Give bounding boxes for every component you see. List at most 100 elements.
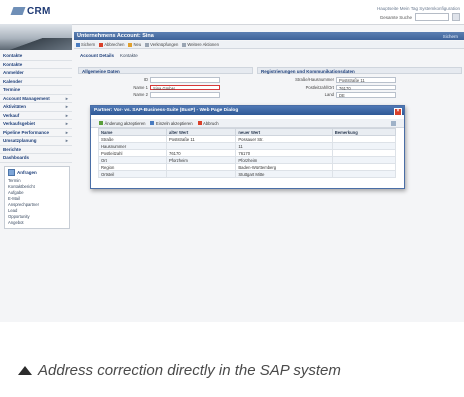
toolbar-label: Neu [133, 42, 142, 47]
search-button[interactable] [452, 13, 460, 21]
caption-text: Address correction directly in the SAP s… [38, 362, 341, 379]
field-input[interactable]: 76170 [336, 84, 396, 91]
field-input[interactable] [150, 92, 220, 98]
field-input[interactable]: DE [336, 92, 396, 98]
cancel-button[interactable]: Abbruch [197, 120, 219, 126]
top-links[interactable]: Hauptseite Mein Tag Systemkonfiguration [377, 6, 460, 11]
column-header[interactable]: neuer Wert [235, 128, 333, 136]
sidebar-item[interactable]: Aktivitäten ▸ [0, 103, 72, 112]
table-row[interactable]: Region Baden-Württemberg [98, 163, 397, 171]
sidebar-item[interactable]: Pipeline Performance ▸ [0, 129, 72, 137]
search-input[interactable] [415, 13, 449, 21]
sidebar-item[interactable]: Kontakte [0, 61, 72, 69]
tab-contacts[interactable]: Kontakte [120, 53, 138, 58]
registration-section: Registrierungen und Kommunikationsdaten [257, 67, 462, 74]
toolbar-icon [182, 42, 187, 47]
sidebar-item[interactable]: Kontakte [0, 52, 72, 61]
sidebar-item-label: Account Management [3, 95, 50, 101]
pencil-icon [150, 121, 155, 125]
sidebar-item-label: Pipeline Performance [3, 129, 50, 135]
sidebar-item[interactable]: Termine [0, 86, 72, 95]
sidebar-item[interactable]: Kalender [0, 78, 72, 86]
field-label: ID [143, 77, 148, 83]
title-save-link[interactable]: Sichern [443, 34, 458, 39]
create-panel-item[interactable]: Angebot [8, 220, 66, 226]
table-cell [331, 135, 397, 143]
toolbar-button[interactable]: Neu [128, 42, 141, 47]
sidebar-item[interactable]: Dashboards [0, 154, 72, 163]
main-toolbar: Sichern Abbrechen Neu Verknüpfungen Weitere … [74, 41, 464, 49]
table-cell: Pforzheim [165, 156, 237, 164]
sidebar-item-label: Anmelder [3, 70, 24, 75]
sidebar-item[interactable]: Berichte [0, 146, 72, 154]
settings-icon[interactable] [391, 120, 396, 126]
form-row: Name 1 Sina GmbH [88, 84, 220, 91]
table-row[interactable]: Ortsteil Stuttgart Mitte [98, 170, 397, 178]
sidebar-item-label: Kontakte [3, 61, 23, 67]
dialog-title: Partner: Vor- vs. SAP-Business-Suite (Bu… [94, 107, 239, 113]
toolbar-button[interactable]: Verknüpfungen [145, 42, 178, 47]
toolbar-label: Sichern [81, 42, 96, 47]
accept-single-button[interactable]: Einzeln akzeptieren [150, 121, 193, 126]
field-input[interactable]: Sina GmbH [150, 84, 220, 91]
sidebar-item-label: Verkauf [3, 112, 20, 118]
table-cell: Baden-Württemberg [235, 163, 333, 171]
page-title: Unternehmens Account: Sina [77, 33, 154, 39]
caption: Address correction directly in the SAP s… [18, 362, 341, 379]
toolbar-button[interactable]: Abbrechen [99, 42, 124, 47]
sidebar-item-label: Kontakte [3, 53, 23, 58]
table-cell [331, 156, 397, 164]
accept-all-label: Änderung akzeptieren [104, 120, 146, 126]
sidebar-item[interactable]: Umsatzplanung ▸ [0, 137, 72, 146]
form-row: Postleitzahl/Ort 76170 [264, 84, 396, 91]
table-cell: Stuttgart Mitte [235, 170, 333, 178]
accept-all-button[interactable]: Änderung akzeptieren [99, 121, 145, 126]
dialog-toolbar: Änderung akzeptieren Einzeln akzeptieren… [91, 119, 404, 128]
sidebar-item-label: Aktivitäten [3, 104, 27, 109]
top-bar: CRM Hauptseite Mein Tag Systemkonfigurat… [0, 0, 464, 25]
field-input[interactable]: Poststraße 11 [336, 77, 396, 83]
table-cell [331, 149, 397, 157]
field-input[interactable] [150, 77, 220, 83]
table-row[interactable]: Ort Pforzheim Pforzheim [98, 156, 397, 164]
chevron-right-icon: ▸ [65, 129, 68, 135]
field-label: Straße/Hausnummer [295, 77, 334, 83]
sidebar-item[interactable]: Account Management ▸ [0, 95, 72, 103]
toolbar-button[interactable]: Weitere Aktionen [182, 42, 219, 47]
table-cell: Pforzheim [235, 156, 333, 164]
toolbar-button[interactable]: Sichern [76, 42, 95, 47]
chevron-right-icon: ▸ [65, 121, 68, 126]
sidebar-item[interactable]: Verkauf ▸ [0, 112, 72, 120]
close-icon[interactable]: × [394, 107, 402, 116]
toolbar-icon [145, 42, 150, 47]
table-cell: Poststraße 11 [165, 135, 237, 143]
column-header[interactable]: Name [98, 128, 167, 136]
chevron-right-icon: ▸ [65, 138, 68, 143]
chevron-right-icon: ▸ [65, 112, 68, 118]
table-cell: 76170 [235, 149, 333, 157]
table-row[interactable]: Postleitzahl 76170 76170 [98, 149, 397, 157]
tab-bar: Account Details Kontakte [80, 53, 138, 58]
triangle-up-icon [18, 366, 32, 375]
table-cell: 76170 [165, 149, 237, 157]
toolbar-icon [76, 42, 80, 47]
table-cell [165, 163, 237, 171]
form-row: ID [88, 77, 220, 83]
sidebar-item[interactable]: Anmelder [0, 69, 72, 78]
toolbar-label: Weitere Aktionen [187, 42, 219, 47]
tab-account-details[interactable]: Account Details [80, 53, 114, 58]
sidebar-item[interactable]: Verkaufsgebiet ▸ [0, 120, 72, 129]
table-cell [331, 142, 397, 150]
sidebar-item-label: Berichte [3, 146, 22, 152]
table-cell: Postleitzahl [98, 149, 167, 157]
table-row[interactable]: Straße Poststraße 11 Possauer Str. [98, 135, 397, 143]
table-row[interactable]: Hausnummer 11 [98, 142, 397, 150]
column-header[interactable]: Bemerkung [331, 128, 397, 136]
cancel-label: Abbruch [203, 120, 219, 126]
comparison-table: Name alter Wert neuer Wert Bemerkung Straße… [98, 128, 397, 178]
table-cell: Ort [98, 156, 167, 164]
toolbar-icon [128, 42, 133, 47]
column-header[interactable]: alter Wert [165, 128, 237, 136]
toolbar-label: Verknüpfungen [150, 42, 179, 47]
form-row: Name 2 [88, 92, 220, 98]
